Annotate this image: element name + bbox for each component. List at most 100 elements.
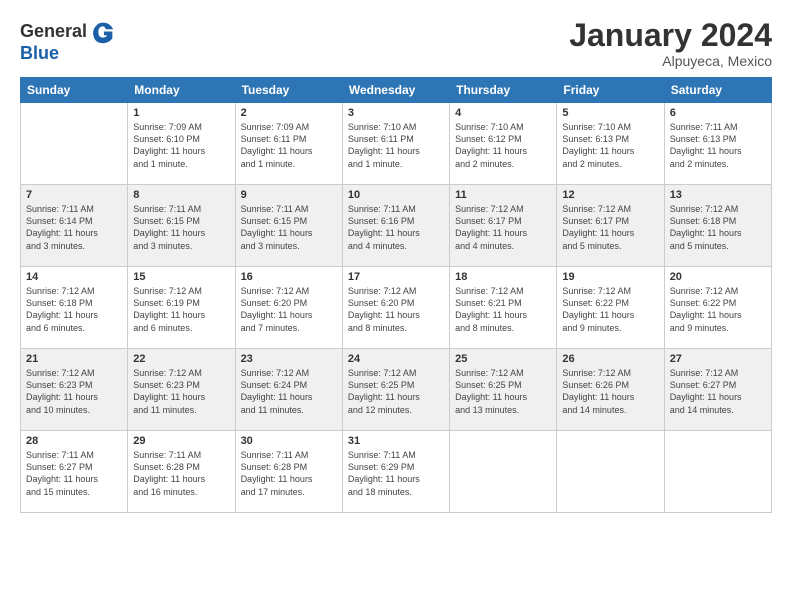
day-header-thursday: Thursday bbox=[450, 78, 557, 103]
day-number: 20 bbox=[670, 271, 766, 283]
calendar-day-cell: 22 Sunrise: 7:12 AM Sunset: 6:23 PM Dayli… bbox=[128, 349, 235, 431]
day-number: 4 bbox=[455, 107, 551, 119]
calendar-day-cell: 11Sunrise: 7:12 AM Sunset: 6:17 PM Dayli… bbox=[450, 185, 557, 267]
day-info: Sunrise: 7:12 AM Sunset: 6:17 PM Dayligh… bbox=[455, 203, 551, 252]
day-header-tuesday: Tuesday bbox=[235, 78, 342, 103]
day-info: Sunrise: 7:11 AM Sunset: 6:16 PM Dayligh… bbox=[348, 203, 444, 252]
day-number: 10 bbox=[348, 189, 444, 201]
day-info: Sunrise: 7:12 AM Sunset: 6:22 PM Dayligh… bbox=[670, 285, 766, 334]
day-info: Sunrise: 7:12 AM Sunset: 6:21 PM Dayligh… bbox=[455, 285, 551, 334]
day-info: Sunrise: 7:12 AM Sunset: 6:18 PM Dayligh… bbox=[26, 285, 122, 334]
day-number: 28 bbox=[26, 435, 122, 447]
day-info: Sunrise: 7:12 AM Sunset: 6:24 PM Dayligh… bbox=[241, 367, 337, 416]
calendar-day-cell: 7 Sunrise: 7:11 AM Sunset: 6:14 PM Daylig… bbox=[21, 185, 128, 267]
day-info: Sunrise: 7:11 AM Sunset: 6:28 PM Dayligh… bbox=[241, 449, 337, 498]
calendar-day-cell bbox=[557, 431, 664, 513]
day-number: 9 bbox=[241, 189, 337, 201]
title-block: January 2024 Alpuyeca, Mexico bbox=[569, 18, 772, 69]
calendar-week-row: 1 Sunrise: 7:09 AM Sunset: 6:10 PM Daylig… bbox=[21, 103, 772, 185]
day-number: 29 bbox=[133, 435, 229, 447]
day-info: Sunrise: 7:10 AM Sunset: 6:13 PM Dayligh… bbox=[562, 121, 658, 170]
calendar-day-cell: 1 Sunrise: 7:09 AM Sunset: 6:10 PM Daylig… bbox=[128, 103, 235, 185]
calendar-day-cell bbox=[664, 431, 771, 513]
day-header-saturday: Saturday bbox=[664, 78, 771, 103]
day-info: Sunrise: 7:09 AM Sunset: 6:11 PM Dayligh… bbox=[241, 121, 337, 170]
calendar-day-cell: 19 Sunrise: 7:12 AM Sunset: 6:22 PM Dayli… bbox=[557, 267, 664, 349]
day-info: Sunrise: 7:11 AM Sunset: 6:15 PM Dayligh… bbox=[241, 203, 337, 252]
day-number: 7 bbox=[26, 189, 122, 201]
day-number: 30 bbox=[241, 435, 337, 447]
day-info: Sunrise: 7:12 AM Sunset: 6:20 PM Dayligh… bbox=[348, 285, 444, 334]
day-info: Sunrise: 7:12 AM Sunset: 6:23 PM Dayligh… bbox=[133, 367, 229, 416]
day-number: 1 bbox=[133, 107, 229, 119]
calendar-day-cell: 30 Sunrise: 7:11 AM Sunset: 6:28 PM Dayli… bbox=[235, 431, 342, 513]
day-number: 2 bbox=[241, 107, 337, 119]
day-number: 15 bbox=[133, 271, 229, 283]
day-number: 22 bbox=[133, 353, 229, 365]
calendar-week-row: 14 Sunrise: 7:12 AM Sunset: 6:18 PM Dayli… bbox=[21, 267, 772, 349]
day-info: Sunrise: 7:11 AM Sunset: 6:27 PM Dayligh… bbox=[26, 449, 122, 498]
calendar-day-cell: 2 Sunrise: 7:09 AM Sunset: 6:11 PM Daylig… bbox=[235, 103, 342, 185]
page: General Blue January 2024 Alpuyeca, Mexi… bbox=[0, 0, 792, 612]
day-header-wednesday: Wednesday bbox=[342, 78, 449, 103]
day-number: 27 bbox=[670, 353, 766, 365]
day-info: Sunrise: 7:12 AM Sunset: 6:25 PM Dayligh… bbox=[348, 367, 444, 416]
day-header-friday: Friday bbox=[557, 78, 664, 103]
day-number: 23 bbox=[241, 353, 337, 365]
month-title: January 2024 bbox=[569, 18, 772, 53]
day-info: Sunrise: 7:12 AM Sunset: 6:23 PM Dayligh… bbox=[26, 367, 122, 416]
logo-icon bbox=[89, 18, 117, 46]
calendar-day-cell: 20 Sunrise: 7:12 AM Sunset: 6:22 PM Dayli… bbox=[664, 267, 771, 349]
day-number: 13 bbox=[670, 189, 766, 201]
day-info: Sunrise: 7:11 AM Sunset: 6:29 PM Dayligh… bbox=[348, 449, 444, 498]
calendar-day-cell: 29 Sunrise: 7:11 AM Sunset: 6:28 PM Dayli… bbox=[128, 431, 235, 513]
calendar-day-cell: 27 Sunrise: 7:12 AM Sunset: 6:27 PM Dayli… bbox=[664, 349, 771, 431]
calendar-day-cell: 12Sunrise: 7:12 AM Sunset: 6:17 PM Dayli… bbox=[557, 185, 664, 267]
calendar-week-row: 7 Sunrise: 7:11 AM Sunset: 6:14 PM Daylig… bbox=[21, 185, 772, 267]
calendar-day-cell: 18Sunrise: 7:12 AM Sunset: 6:21 PM Dayli… bbox=[450, 267, 557, 349]
calendar-week-row: 28 Sunrise: 7:11 AM Sunset: 6:27 PM Dayli… bbox=[21, 431, 772, 513]
day-info: Sunrise: 7:10 AM Sunset: 6:11 PM Dayligh… bbox=[348, 121, 444, 170]
calendar-day-cell: 28 Sunrise: 7:11 AM Sunset: 6:27 PM Dayli… bbox=[21, 431, 128, 513]
day-number: 16 bbox=[241, 271, 337, 283]
calendar: SundayMondayTuesdayWednesdayThursdayFrid… bbox=[20, 77, 772, 513]
calendar-day-cell: 5 Sunrise: 7:10 AM Sunset: 6:13 PM Daylig… bbox=[557, 103, 664, 185]
calendar-day-cell: 13 Sunrise: 7:12 AM Sunset: 6:18 PM Dayli… bbox=[664, 185, 771, 267]
day-info: Sunrise: 7:09 AM Sunset: 6:10 PM Dayligh… bbox=[133, 121, 229, 170]
day-info: Sunrise: 7:11 AM Sunset: 6:13 PM Dayligh… bbox=[670, 121, 766, 170]
day-header-monday: Monday bbox=[128, 78, 235, 103]
calendar-day-cell bbox=[450, 431, 557, 513]
day-info: Sunrise: 7:12 AM Sunset: 6:27 PM Dayligh… bbox=[670, 367, 766, 416]
day-number: 5 bbox=[562, 107, 658, 119]
day-number: 12 bbox=[562, 189, 658, 201]
day-info: Sunrise: 7:12 AM Sunset: 6:26 PM Dayligh… bbox=[562, 367, 658, 416]
day-number: 6 bbox=[670, 107, 766, 119]
day-number: 17 bbox=[348, 271, 444, 283]
day-info: Sunrise: 7:12 AM Sunset: 6:25 PM Dayligh… bbox=[455, 367, 551, 416]
logo-blue: Blue bbox=[20, 44, 117, 64]
day-info: Sunrise: 7:12 AM Sunset: 6:18 PM Dayligh… bbox=[670, 203, 766, 252]
day-number: 26 bbox=[562, 353, 658, 365]
day-number: 21 bbox=[26, 353, 122, 365]
day-info: Sunrise: 7:12 AM Sunset: 6:20 PM Dayligh… bbox=[241, 285, 337, 334]
calendar-day-cell: 31Sunrise: 7:11 AM Sunset: 6:29 PM Dayli… bbox=[342, 431, 449, 513]
calendar-day-cell bbox=[21, 103, 128, 185]
day-info: Sunrise: 7:12 AM Sunset: 6:22 PM Dayligh… bbox=[562, 285, 658, 334]
day-number: 14 bbox=[26, 271, 122, 283]
location: Alpuyeca, Mexico bbox=[569, 53, 772, 69]
day-number: 24 bbox=[348, 353, 444, 365]
day-info: Sunrise: 7:11 AM Sunset: 6:28 PM Dayligh… bbox=[133, 449, 229, 498]
calendar-day-cell: 8Sunrise: 7:11 AM Sunset: 6:15 PM Daylig… bbox=[128, 185, 235, 267]
day-info: Sunrise: 7:12 AM Sunset: 6:19 PM Dayligh… bbox=[133, 285, 229, 334]
day-info: Sunrise: 7:11 AM Sunset: 6:14 PM Dayligh… bbox=[26, 203, 122, 252]
calendar-week-row: 21 Sunrise: 7:12 AM Sunset: 6:23 PM Dayli… bbox=[21, 349, 772, 431]
calendar-day-cell: 4Sunrise: 7:10 AM Sunset: 6:12 PM Daylig… bbox=[450, 103, 557, 185]
calendar-day-cell: 26 Sunrise: 7:12 AM Sunset: 6:26 PM Dayli… bbox=[557, 349, 664, 431]
calendar-header-row: SundayMondayTuesdayWednesdayThursdayFrid… bbox=[21, 78, 772, 103]
calendar-day-cell: 6 Sunrise: 7:11 AM Sunset: 6:13 PM Daylig… bbox=[664, 103, 771, 185]
calendar-day-cell: 15 Sunrise: 7:12 AM Sunset: 6:19 PM Dayli… bbox=[128, 267, 235, 349]
day-number: 25 bbox=[455, 353, 551, 365]
day-number: 19 bbox=[562, 271, 658, 283]
calendar-day-cell: 21 Sunrise: 7:12 AM Sunset: 6:23 PM Dayli… bbox=[21, 349, 128, 431]
calendar-day-cell: 10 Sunrise: 7:11 AM Sunset: 6:16 PM Dayli… bbox=[342, 185, 449, 267]
